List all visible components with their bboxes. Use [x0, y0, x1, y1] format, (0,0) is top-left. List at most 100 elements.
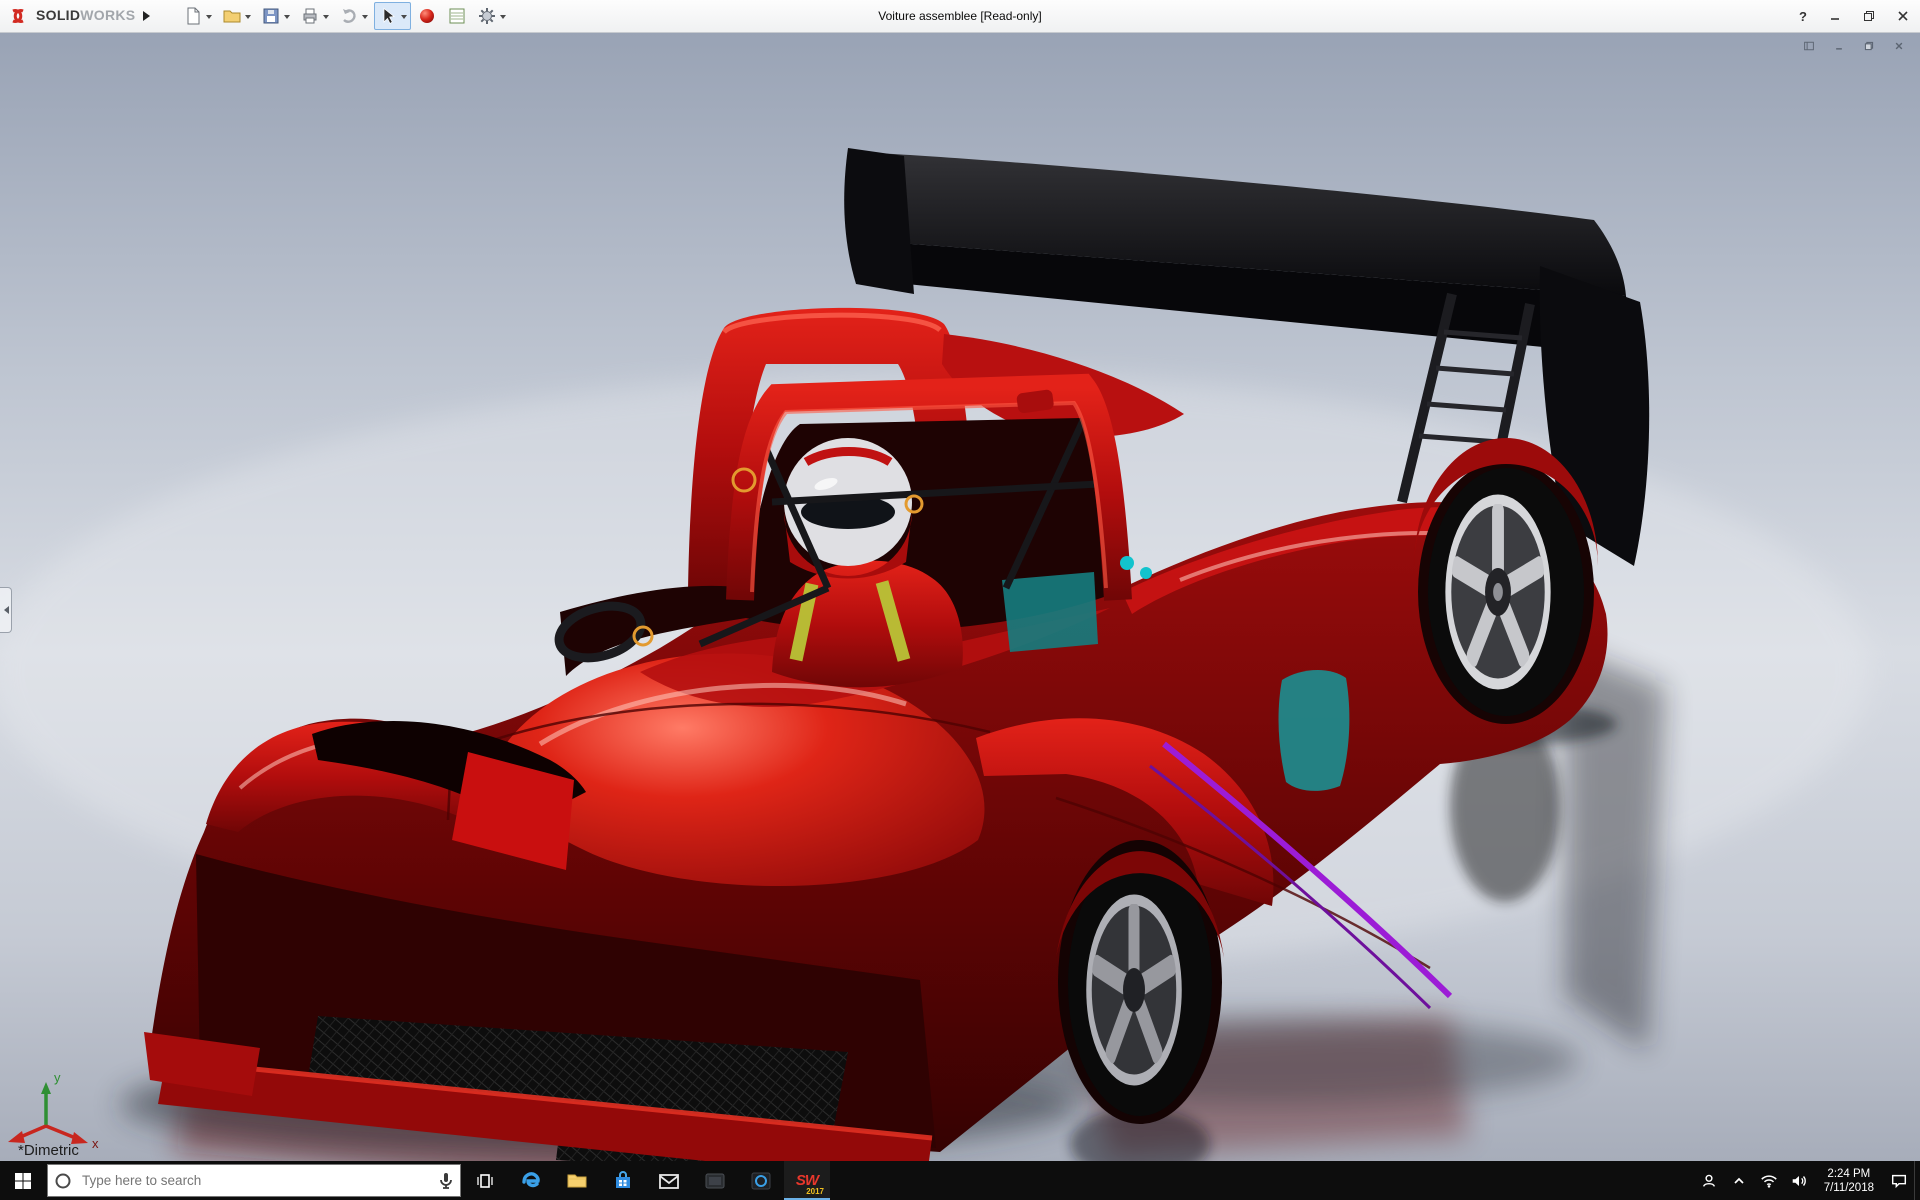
action-center-icon [1890, 1171, 1908, 1191]
taskbar-media-player[interactable] [738, 1161, 784, 1200]
taskbar-store[interactable] [600, 1161, 646, 1200]
clock-date: 7/11/2018 [1824, 1181, 1874, 1195]
hidden-icons-button[interactable] [1724, 1161, 1754, 1200]
select-button[interactable] [374, 2, 411, 30]
new-document-icon [183, 6, 203, 26]
doc-restore-button[interactable] [1858, 37, 1880, 55]
media-player-icon [749, 1169, 773, 1193]
document-window-controls [1798, 37, 1910, 55]
collapse-arrow-icon [0, 606, 9, 614]
taskbar-file-explorer[interactable] [554, 1161, 600, 1200]
window-title: Voiture assemblee [Read-only] [878, 0, 1041, 32]
doc-close-button[interactable] [1888, 37, 1910, 55]
windows-logo-icon [13, 1171, 33, 1191]
solidworks-icon: SW 2017 [794, 1169, 820, 1193]
search-input[interactable] [78, 1173, 432, 1188]
save-icon [261, 6, 281, 26]
menu-expand-button[interactable] [141, 5, 157, 27]
close-button[interactable] [1886, 0, 1920, 32]
maximize-button[interactable] [1852, 0, 1886, 32]
doc-restore-icon [1864, 39, 1874, 53]
3d-viewport[interactable]: x y *Dimetric [0, 32, 1920, 1161]
flyout-arrow-icon [143, 11, 155, 21]
microphone-icon[interactable] [432, 1172, 460, 1190]
titlebar: SOLIDWORKS [0, 0, 1920, 33]
teal-marker [1120, 556, 1134, 570]
minimize-button[interactable] [1818, 0, 1852, 32]
view-orientation-label: *Dimetric [18, 1142, 79, 1159]
report-button[interactable] [443, 2, 471, 30]
doc-close-icon [1894, 39, 1904, 53]
chevron-up-icon [1732, 1174, 1746, 1188]
speaker-icon [1790, 1171, 1808, 1191]
edge-icon [519, 1169, 543, 1193]
save-button[interactable] [257, 2, 294, 30]
3ds-logo-icon [10, 7, 32, 25]
solidworks-logo: SOLIDWORKS [0, 7, 141, 25]
doc-minimize-button[interactable] [1828, 37, 1850, 55]
new-document-button[interactable] [179, 2, 216, 30]
dropdown-arrow-icon[interactable] [245, 15, 251, 22]
task-view-icon [474, 1170, 496, 1192]
seat-panel [1002, 572, 1098, 652]
system-tray: 2:24 PM 7/11/2018 [1694, 1161, 1920, 1200]
store-icon [611, 1169, 635, 1193]
taskbar: SW 2017 2:24 [0, 1161, 1920, 1200]
triad-x-label: x [92, 1136, 99, 1151]
show-desktop-button[interactable] [1914, 1161, 1920, 1200]
minimize-icon [1829, 10, 1841, 22]
triad-y-label: y [54, 1070, 61, 1085]
titlebar-controls: ? [1788, 0, 1920, 32]
start-button[interactable] [0, 1161, 46, 1200]
dock-panel-button[interactable] [1798, 37, 1820, 55]
brand-solid: SOLID [36, 7, 80, 23]
appearances-button[interactable] [413, 2, 441, 30]
taskbar-edge[interactable] [508, 1161, 554, 1200]
help-button[interactable]: ? [1788, 0, 1818, 32]
network-button[interactable] [1754, 1161, 1784, 1200]
select-cursor-icon [378, 6, 398, 26]
dock-panel-icon [1804, 39, 1814, 53]
wifi-icon [1760, 1171, 1778, 1191]
cortana-icon [48, 1172, 78, 1190]
close-icon [1897, 10, 1909, 22]
volume-button[interactable] [1784, 1161, 1814, 1200]
race-car-model[interactable]: x y [0, 32, 1920, 1161]
print-button[interactable] [296, 2, 333, 30]
report-table-icon [447, 6, 467, 26]
rear-wheel [1414, 438, 1598, 724]
taskbar-solidworks[interactable]: SW 2017 [784, 1161, 830, 1200]
task-view-button[interactable] [462, 1161, 508, 1200]
dropdown-arrow-icon[interactable] [500, 15, 506, 22]
undo-button[interactable] [335, 2, 372, 30]
clock-time: 2:24 PM [1824, 1167, 1874, 1181]
quick-toolbar [179, 2, 510, 30]
print-icon [300, 6, 320, 26]
open-icon [222, 6, 242, 26]
gear-icon [477, 6, 497, 26]
action-center-button[interactable] [1884, 1161, 1914, 1200]
dropdown-arrow-icon[interactable] [401, 15, 407, 22]
undo-icon [339, 6, 359, 26]
brand-works: WORKS [80, 7, 135, 23]
people-button[interactable] [1694, 1161, 1724, 1200]
teal-marker [1140, 567, 1152, 579]
appearance-sphere-icon [417, 6, 437, 26]
dropdown-arrow-icon[interactable] [362, 15, 368, 22]
photos-icon [703, 1169, 727, 1193]
restore-icon [1863, 10, 1875, 22]
file-explorer-icon [565, 1169, 589, 1193]
dropdown-arrow-icon[interactable] [206, 15, 212, 22]
taskbar-photos[interactable] [692, 1161, 738, 1200]
taskbar-search[interactable] [47, 1164, 461, 1197]
taskbar-mail[interactable] [646, 1161, 692, 1200]
doc-minimize-icon [1834, 39, 1844, 53]
side-window [1279, 670, 1350, 791]
panel-collapse-tab[interactable] [0, 587, 12, 633]
dropdown-arrow-icon[interactable] [284, 15, 290, 22]
taskbar-clock[interactable]: 2:24 PM 7/11/2018 [1814, 1161, 1884, 1200]
options-button[interactable] [473, 2, 510, 30]
dropdown-arrow-icon[interactable] [323, 15, 329, 22]
open-button[interactable] [218, 2, 255, 30]
people-icon [1700, 1171, 1718, 1191]
